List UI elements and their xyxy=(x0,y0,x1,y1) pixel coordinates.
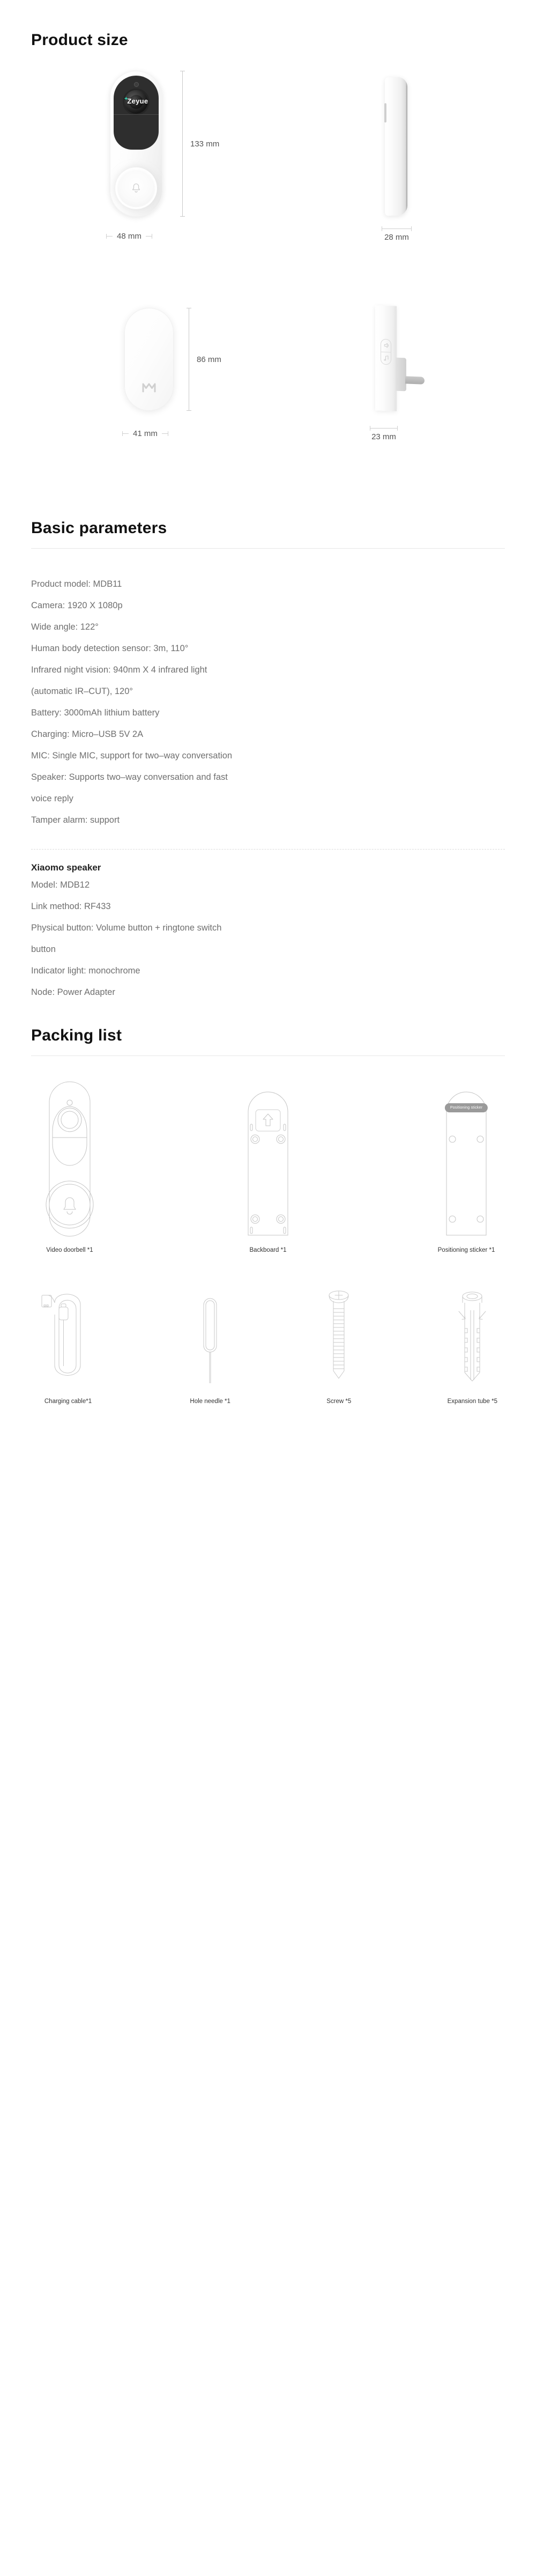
param-line: Physical button: Volume button + rington… xyxy=(31,923,222,933)
param-line: Link method: RF433 xyxy=(31,902,111,911)
param-line: Tamper alarm: support xyxy=(31,815,120,825)
plug-base xyxy=(396,357,406,392)
packing-art xyxy=(453,1283,491,1391)
size-row-doorbell: ✦Zeyue 133 mm 48 mm 28 mm xyxy=(0,49,536,280)
speaker-parameters-list: Xiaomo speaker Model: MDB12 Link method:… xyxy=(0,862,536,1003)
size-row-chime: 86 mm 41 mm 23 mm xyxy=(0,280,536,494)
pack-item-screw: Screw *5 xyxy=(323,1283,355,1405)
speaker-divider xyxy=(31,849,505,850)
screw-line-art xyxy=(329,1290,349,1379)
chime-height-label: 86 mm xyxy=(197,355,221,364)
doorbell-depth-dimension: 28 mm xyxy=(382,226,412,242)
volume-icon xyxy=(384,343,389,348)
packing-row-2: Charging cable*1 Hole needle *1 Screw *5… xyxy=(0,1283,536,1405)
chime-front-figure xyxy=(124,308,174,411)
doorbell-width-dimension: 48 mm xyxy=(106,232,152,241)
dimension-tick-left xyxy=(106,234,113,239)
param-line: Camera: 1920 X 1080p xyxy=(31,601,123,610)
dimension-tick-left xyxy=(122,431,129,436)
param-line: Human body detection sensor: 3m, 110° xyxy=(31,644,189,653)
product-size-section: Product size ✦Zeyue 133 mm 48 mm 28 mm 8… xyxy=(0,0,536,494)
music-note-icon xyxy=(384,356,389,361)
basic-parameters-list: Product model: MDB11 Camera: 1920 X 1080… xyxy=(0,573,536,831)
chime-brand-icon xyxy=(142,383,156,393)
param-line: Infrared night vision: 940nm X 4 infrare… xyxy=(31,665,207,675)
positioning-sticker-line-art xyxy=(446,1091,487,1236)
packing-art xyxy=(39,1283,98,1391)
section-divider xyxy=(31,548,505,549)
expansion-tube-line-art xyxy=(458,1291,486,1382)
pack-caption: Charging cable*1 xyxy=(44,1398,92,1405)
param-line: Model: MDB12 xyxy=(31,880,90,890)
product-detail-page: Product size ✦Zeyue 133 mm 48 mm 28 mm 8… xyxy=(0,0,536,1405)
param-line: button xyxy=(31,944,56,954)
basic-parameters-title: Basic parameters xyxy=(31,519,167,537)
pack-item-backboard: Backboard *1 xyxy=(236,1079,300,1253)
doorbell-side-figure xyxy=(384,77,407,216)
param-line: voice reply xyxy=(31,794,73,803)
pack-item-hole-needle: Hole needle *1 xyxy=(190,1283,230,1405)
chime-height-dimension: 86 mm xyxy=(187,308,221,411)
doorbell-lens-panel: ✦Zeyue xyxy=(114,76,159,150)
pack-caption: Screw *5 xyxy=(326,1398,352,1405)
chime-buttons-group xyxy=(381,338,391,365)
video-doorbell-line-art xyxy=(46,1081,94,1237)
param-line: Speaker: Supports two–way conversation a… xyxy=(31,772,228,782)
packing-row-1: Video doorbell *1 Backboard *1 Positioni… xyxy=(0,1079,536,1253)
doorbell-height-dimension: 133 mm xyxy=(180,71,220,217)
pack-caption: Positioning sticker *1 xyxy=(437,1247,495,1253)
packing-art xyxy=(38,1079,102,1239)
pack-item-video-doorbell: Video doorbell *1 xyxy=(38,1079,102,1253)
pack-caption: Hole needle *1 xyxy=(190,1398,230,1405)
chime-width-dimension: 41 mm xyxy=(122,429,168,438)
doorbell-width-label: 48 mm xyxy=(117,232,142,241)
brand-name: Zeyue xyxy=(127,97,148,105)
param-line: Charging: Micro–USB 5V 2A xyxy=(31,729,144,739)
doorbell-height-label: 133 mm xyxy=(190,139,220,149)
dimension-line xyxy=(180,71,185,217)
doorbell-button xyxy=(117,169,155,207)
pir-sensor-icon xyxy=(133,82,139,87)
pack-item-charging-cable: Charging cable*1 xyxy=(39,1283,98,1405)
charging-cable-line-art xyxy=(41,1294,81,1376)
pack-item-positioning-sticker: Positioning sticker Positioning sticker … xyxy=(434,1079,498,1253)
packing-art xyxy=(194,1283,226,1391)
chime-depth-label: 23 mm xyxy=(371,432,396,441)
plug-prong xyxy=(405,376,425,385)
packing-list-title: Packing list xyxy=(31,1027,122,1044)
dimension-bar xyxy=(370,426,398,431)
pack-caption: Backboard *1 xyxy=(249,1247,287,1253)
chime-width-label: 41 mm xyxy=(133,429,158,438)
positioning-sticker-badge: Positioning sticker xyxy=(444,1103,488,1112)
param-line: Wide angle: 122° xyxy=(31,622,99,632)
dimension-tick-right xyxy=(145,234,152,239)
param-line: MIC: Single MIC, support for two–way con… xyxy=(31,751,233,761)
side-button-detail xyxy=(384,103,386,123)
packing-art xyxy=(323,1283,355,1391)
basic-parameters-section: Basic parameters Product model: MDB11 Ca… xyxy=(0,519,536,1003)
packing-art: Positioning sticker xyxy=(434,1079,498,1239)
doorbell-front-figure: ✦Zeyue xyxy=(110,71,162,217)
param-line: (automatic IR–CUT), 120° xyxy=(31,687,133,696)
speaker-subtitle: Xiaomo speaker xyxy=(31,862,101,873)
pack-caption: Expansion tube *5 xyxy=(447,1398,497,1405)
backboard-line-art xyxy=(248,1091,288,1236)
pack-item-expansion-tube: Expansion tube *5 xyxy=(448,1283,497,1405)
param-line: Product model: MDB11 xyxy=(31,579,122,589)
dimension-bar xyxy=(382,226,412,231)
chime-depth-dimension: 23 mm xyxy=(370,426,398,441)
bell-icon xyxy=(132,183,140,193)
packing-art xyxy=(236,1079,300,1239)
doorbell-depth-label: 28 mm xyxy=(384,233,409,242)
brand-logo: ✦Zeyue xyxy=(114,96,159,105)
hole-needle-line-art xyxy=(203,1298,217,1383)
packing-list-section: Packing list Video doorbell *1 Backboard… xyxy=(0,1027,536,1405)
dimension-tick-right xyxy=(161,431,168,436)
param-line: Battery: 3000mAh lithium battery xyxy=(31,708,160,718)
param-line: Node: Power Adapter xyxy=(31,987,115,997)
pack-caption: Video doorbell *1 xyxy=(46,1247,93,1253)
product-size-title: Product size xyxy=(31,31,128,49)
chime-side-figure xyxy=(375,305,425,411)
param-line: Indicator light: monochrome xyxy=(31,966,140,976)
